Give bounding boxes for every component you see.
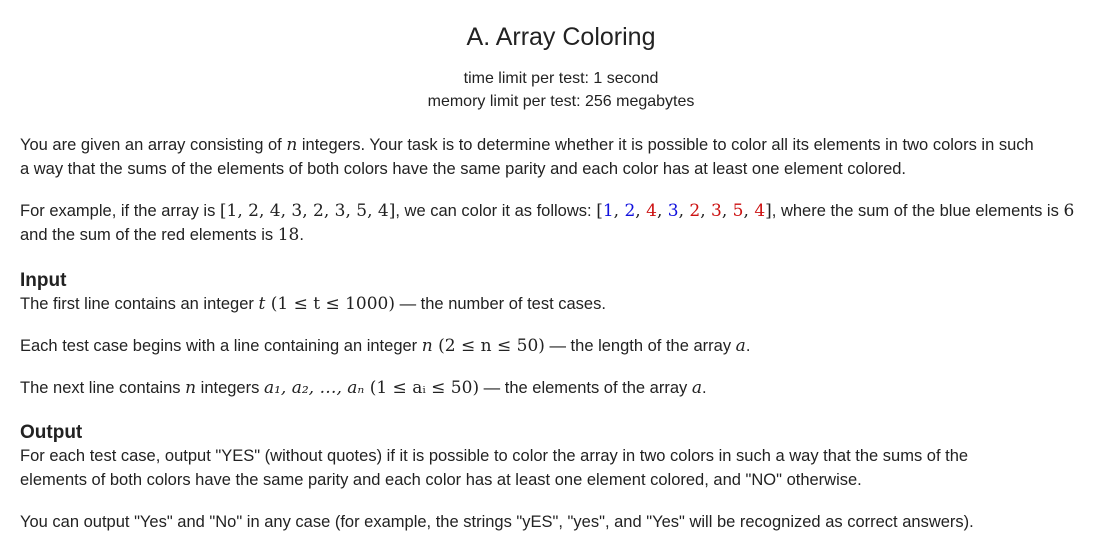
separator: ,: [700, 201, 712, 221]
input-text: — the length of the array: [544, 337, 736, 355]
colored-element-red: 2: [689, 201, 701, 221]
colored-element-blue: 3: [667, 201, 679, 221]
memory-limit: memory limit per test: 256 megabytes: [427, 93, 695, 110]
statement-text: , where the sum of the blue elements is: [771, 202, 1064, 220]
input-text: integers: [196, 379, 264, 397]
output-text: You can output "Yes" and "No" in any cas…: [20, 513, 974, 531]
input-title: Input: [20, 270, 67, 291]
statement-text: You are given an array consisting of: [20, 136, 287, 154]
math-var-n: n: [421, 336, 433, 356]
output-title: Output: [20, 422, 83, 443]
statement-text: and the sum of the red elements is: [20, 226, 278, 244]
output-text: For each test case, output "YES" (withou…: [20, 447, 969, 465]
statement-text: a way that the sums of the elements of b…: [20, 160, 907, 178]
problem-title: A. Array Coloring: [466, 23, 656, 51]
math-var-a: a: [691, 378, 702, 398]
blue-sum: 6: [1063, 201, 1075, 221]
input-text: — the elements of the array: [479, 379, 692, 397]
separator: ,: [743, 201, 755, 221]
separator: ,: [721, 201, 733, 221]
time-limit: time limit per test: 1 second: [463, 70, 659, 87]
colored-element-blue: 1: [602, 201, 614, 221]
separator: ,: [678, 201, 690, 221]
math-var-n: n: [286, 135, 298, 155]
red-sum: 18: [277, 225, 300, 245]
input-text: — the number of test cases.: [395, 295, 606, 313]
problem-header: A. Array Coloring time limit per test: 1…: [20, 22, 1102, 113]
colored-element-red: 5: [732, 201, 744, 221]
separator: ,: [635, 201, 647, 221]
statement-text: For example, if the array is: [20, 202, 220, 220]
input-text: The first line contains an integer: [20, 295, 259, 313]
array-sequence: a₁, a₂, …, aₙ: [263, 378, 365, 398]
math-var-t: t: [258, 294, 266, 314]
output-section: Output For each test case, output "YES" …: [20, 422, 1102, 534]
separator: ,: [656, 201, 668, 221]
statement-text: , we can color it as follows:: [395, 202, 597, 220]
input-text: The next line contains: [20, 379, 186, 397]
colored-element-red: 4: [754, 201, 766, 221]
colored-element-blue: 2: [624, 201, 636, 221]
math-var-n: n: [185, 378, 197, 398]
ai-range: (1 ≤ aᵢ ≤ 50): [369, 378, 480, 398]
separator: ,: [613, 201, 625, 221]
colored-element-red: 3: [711, 201, 722, 221]
period: .: [702, 379, 707, 397]
problem-page: A. Array Coloring time limit per test: 1…: [20, 0, 1102, 531]
t-range: (1 ≤ t ≤ 1000): [270, 294, 395, 314]
input-section: Input The first line contains an integer…: [20, 270, 1102, 400]
statement-paragraph-1: You are given an array consisting of n i…: [20, 133, 1102, 181]
colored-array: [1, 2, 4, 3, 2, 3, 5, 4]: [596, 201, 772, 221]
period: .: [299, 226, 304, 244]
input-text: Each test case begins with a line contai…: [20, 337, 422, 355]
statement-paragraph-2: For example, if the array is [1, 2, 4, 3…: [20, 199, 1102, 247]
colored-element-red: 4: [646, 201, 657, 221]
output-text: elements of both colors have the same pa…: [20, 471, 862, 489]
statement-text: integers. Your task is to determine whet…: [297, 136, 1034, 154]
math-var-a: a: [735, 336, 746, 356]
period: .: [745, 337, 751, 355]
n-range: (2 ≤ n ≤ 50): [438, 336, 545, 356]
example-array: [1, 2, 4, 3, 2, 3, 5, 4]: [219, 201, 396, 221]
